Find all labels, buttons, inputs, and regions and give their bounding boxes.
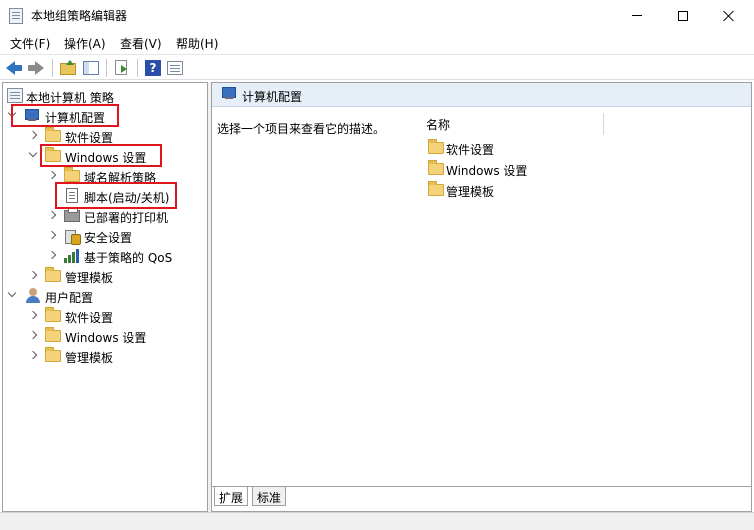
tree-item-label: 软件设置 [65,311,114,325]
tree-item-software-settings[interactable]: 软件设置 [3,126,207,146]
tree-item-user-software-settings[interactable]: 软件设置 [3,306,207,326]
tree-item-policy-qos[interactable]: 基于策略的 QoS [3,246,207,266]
tree-item-deployed-printers[interactable]: 已部署的打印机 [3,206,207,226]
chevron-right-icon[interactable] [47,230,57,240]
chevron-right-icon[interactable] [47,210,57,220]
list-item-label: 管理模板 [446,185,495,199]
tree-item-security-settings[interactable]: 安全设置 [3,226,207,246]
chevron-right-icon[interactable] [28,310,38,320]
toolbar-separator [106,59,107,77]
forward-button[interactable] [27,59,45,77]
up-one-level-button[interactable] [59,59,77,77]
minimize-icon [632,15,642,16]
chevron-right-icon[interactable] [28,270,38,280]
chevron-down-icon[interactable] [7,288,17,298]
tree-item-admin-templates[interactable]: 管理模板 [3,266,207,286]
menu-view[interactable]: 查看(V) [120,35,162,52]
help-button[interactable]: ? [144,59,162,77]
close-button[interactable] [706,0,752,31]
description-text: 选择一个项目来查看它的描述。 [217,122,386,136]
status-bar [0,512,754,530]
printer-icon [64,207,80,222]
details-pane: 计算机配置 选择一个项目来查看它的描述。 名称 软件设置 Windows 设置 … [211,82,752,512]
properties-icon [167,61,183,75]
policy-icon [7,88,23,103]
title-bar: 本地组策略编辑器 [0,0,754,31]
folder-icon [428,139,444,154]
chevron-right-icon[interactable] [28,130,38,140]
toolbar-separator [137,59,138,77]
chevron-right-icon[interactable] [28,330,38,340]
folder-icon [64,167,80,182]
tree-item-user-admin-templates[interactable]: 管理模板 [3,346,207,366]
highlight-box [11,104,119,127]
folder-icon [45,347,61,362]
folder-icon [45,327,61,342]
list-item[interactable]: 管理模板 [426,180,626,200]
chevron-right-icon[interactable] [28,350,38,360]
tab-standard[interactable]: 标准 [252,487,287,506]
show-hide-tree-button[interactable] [82,59,100,77]
menu-help[interactable]: 帮助(H) [176,35,218,52]
help-icon: ? [145,60,161,76]
maximize-button[interactable] [660,0,706,31]
console-tree: 本地计算机 策略 计算机配置 软件设置 Windows 设置 域名解析策略 脚本… [2,82,208,512]
toolbar-separator [52,59,53,77]
list-item-label: 软件设置 [446,143,495,157]
folder-icon [428,181,444,196]
highlight-box [40,144,162,167]
up-folder-icon [60,60,76,75]
tree-item-label: 安全设置 [84,231,133,245]
policy-editor-icon [9,8,23,24]
highlight-box [55,182,177,209]
maximize-icon [678,10,688,21]
list-item[interactable]: 软件设置 [426,138,626,158]
export-list-icon [115,60,127,75]
chevron-right-icon[interactable] [47,250,57,260]
user-icon [25,288,41,304]
menu-bar: 文件(F) 操作(A) 查看(V) 帮助(H) [0,31,754,53]
qos-icon [64,249,80,263]
list-item-label: Windows 设置 [446,164,528,178]
tabs-divider [212,486,751,487]
details-title: 计算机配置 [242,90,303,104]
column-header-name[interactable]: 名称 [426,116,450,133]
computer-icon [222,87,238,100]
back-button[interactable] [5,59,23,77]
tab-expanded[interactable]: 扩展 [214,487,249,506]
chevron-right-icon[interactable] [47,170,57,180]
tree-item-label: Windows 设置 [65,331,147,345]
tree-item-root[interactable]: 本地计算机 策略 [3,86,207,106]
close-icon [723,10,735,22]
show-hide-tree-icon [83,61,99,75]
properties-button[interactable] [166,59,184,77]
menu-action[interactable]: 操作(A) [64,35,106,52]
export-list-button[interactable] [113,59,131,77]
menu-file[interactable]: 文件(F) [10,35,50,52]
folder-icon [45,307,61,322]
tree-item-label: 已部署的打印机 [84,211,169,225]
tree-item-label: 管理模板 [65,351,114,365]
column-divider[interactable] [603,113,604,135]
folder-icon [45,127,61,142]
tree-item-label: 基于策略的 QoS [84,251,173,265]
tree-item-label: 用户配置 [45,291,94,305]
chevron-down-icon[interactable] [28,148,38,158]
security-icon [64,228,81,245]
details-header: 计算机配置 [212,83,751,107]
list-item[interactable]: Windows 设置 [426,159,626,179]
minimize-button[interactable] [614,0,660,31]
folder-icon [45,267,61,282]
tree-item-user-config[interactable]: 用户配置 [3,286,207,306]
toolbar: ? [0,54,754,80]
tree-item-user-windows-settings[interactable]: Windows 设置 [3,326,207,346]
folder-icon [428,160,444,175]
tree-item-label: 管理模板 [65,271,114,285]
window-title: 本地组策略编辑器 [31,9,128,23]
